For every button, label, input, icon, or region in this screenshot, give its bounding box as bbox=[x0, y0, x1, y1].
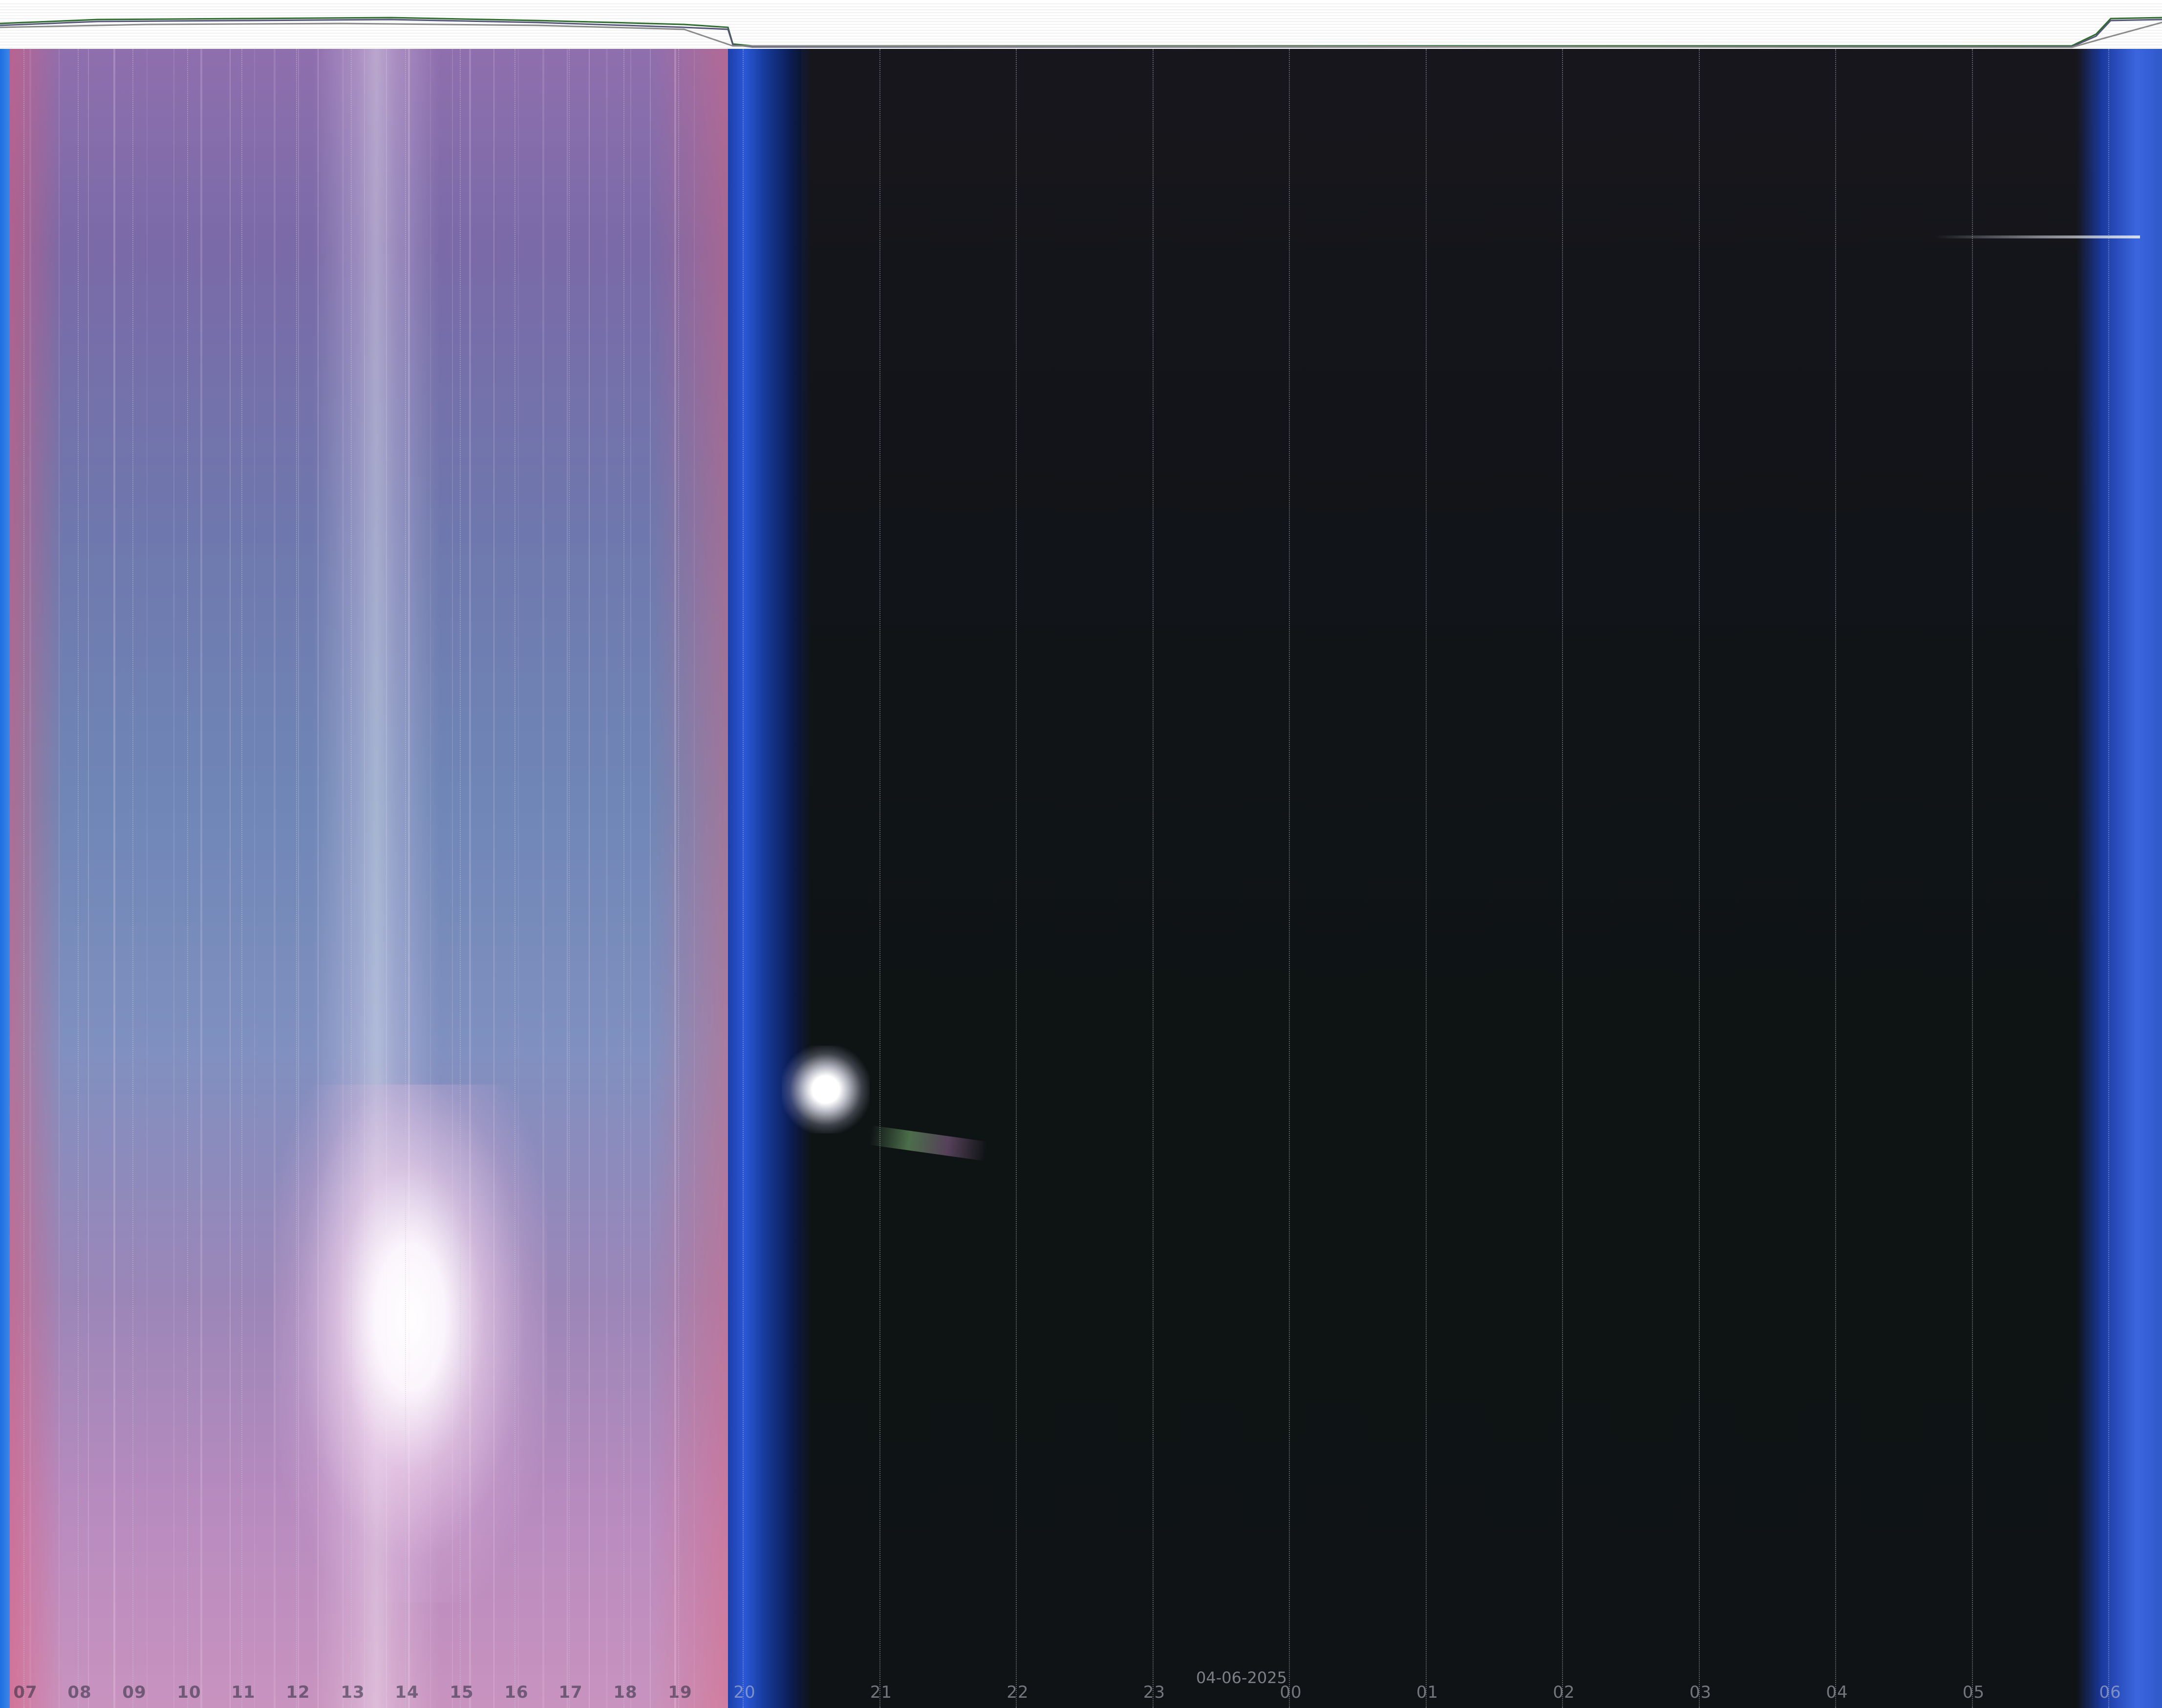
header-plot-strip bbox=[0, 0, 2162, 49]
hour-label: 11 bbox=[231, 1683, 256, 1702]
hour-label: 13 bbox=[341, 1683, 365, 1702]
light-streak bbox=[650, 49, 651, 1708]
light-streak bbox=[430, 49, 431, 1708]
hour-gridline bbox=[132, 49, 133, 1708]
dusk-twilight-band bbox=[728, 49, 811, 1708]
light-streak bbox=[408, 49, 410, 1708]
light-streak bbox=[173, 49, 174, 1708]
light-streak bbox=[147, 49, 148, 1708]
light-streak bbox=[518, 49, 519, 1708]
hour-gridline bbox=[1289, 49, 1290, 1708]
hour-gridline bbox=[514, 49, 515, 1708]
light-streak bbox=[113, 49, 115, 1708]
light-streak bbox=[318, 49, 319, 1708]
light-streak bbox=[694, 49, 695, 1708]
light-streak bbox=[493, 49, 494, 1708]
hour-gridline bbox=[743, 49, 744, 1708]
light-streak bbox=[29, 49, 31, 1708]
hour-gridline bbox=[460, 49, 461, 1708]
light-streak bbox=[630, 49, 631, 1708]
hour-label: 14 bbox=[395, 1683, 419, 1702]
hour-gridline bbox=[187, 49, 188, 1708]
hour-gridline bbox=[78, 49, 79, 1708]
hour-label: 23 bbox=[1143, 1683, 1166, 1702]
hour-gridline bbox=[1016, 49, 1017, 1708]
light-streak bbox=[88, 49, 89, 1708]
light-streak bbox=[589, 49, 590, 1708]
hour-label: 21 bbox=[870, 1683, 893, 1702]
light-streak bbox=[254, 49, 255, 1708]
day-left-edge bbox=[0, 49, 10, 1708]
hour-gridline bbox=[569, 49, 570, 1708]
moon-glare bbox=[782, 1046, 870, 1133]
hour-label: 08 bbox=[67, 1683, 92, 1702]
hour-gridline bbox=[678, 49, 679, 1708]
hour-label: 17 bbox=[558, 1683, 583, 1702]
date-label: 04-06-2025 bbox=[1196, 1668, 1287, 1687]
hour-gridline bbox=[1971, 49, 1973, 1708]
hour-gridline bbox=[1425, 49, 1427, 1708]
hour-label: 18 bbox=[613, 1683, 638, 1702]
light-streak bbox=[606, 49, 608, 1708]
hour-label: 06 bbox=[2099, 1683, 2121, 1702]
hour-gridline bbox=[1562, 49, 1563, 1708]
light-streak bbox=[542, 49, 544, 1708]
hour-label: 10 bbox=[177, 1683, 201, 1702]
dawn-twilight-band bbox=[2076, 49, 2162, 1708]
hour-gridline bbox=[1698, 49, 1700, 1708]
sun-glare bbox=[274, 1085, 547, 1602]
plot-line bbox=[0, 17, 2162, 47]
hour-gridline bbox=[879, 49, 880, 1708]
plot-line bbox=[0, 21, 2162, 48]
hour-gridline bbox=[241, 49, 242, 1708]
hour-gridline bbox=[1835, 49, 1836, 1708]
light-streak bbox=[469, 49, 471, 1708]
light-streak bbox=[342, 49, 344, 1708]
light-streak bbox=[364, 49, 365, 1708]
dawn-streak bbox=[1935, 235, 2140, 238]
light-streak bbox=[274, 49, 276, 1708]
hour-label: 22 bbox=[1006, 1683, 1029, 1702]
light-streak bbox=[386, 49, 387, 1708]
light-streak bbox=[452, 49, 453, 1708]
hour-label: 05 bbox=[1962, 1683, 1985, 1702]
light-streak bbox=[59, 49, 60, 1708]
hour-gridline bbox=[2108, 49, 2109, 1708]
light-streak bbox=[230, 49, 231, 1708]
hour-label: 09 bbox=[122, 1683, 147, 1702]
light-streak bbox=[567, 49, 568, 1708]
hour-label: 19 bbox=[668, 1683, 692, 1702]
hour-gridline bbox=[405, 49, 406, 1708]
hour-label: 15 bbox=[450, 1683, 474, 1702]
brightness-plot bbox=[0, 3, 2162, 48]
hour-label: 03 bbox=[1689, 1683, 1712, 1702]
hour-gridline bbox=[623, 49, 624, 1708]
hour-gridline bbox=[1152, 49, 1154, 1708]
day-left-tint bbox=[10, 49, 64, 1708]
hour-label: 07 bbox=[13, 1683, 38, 1702]
day-right-tint bbox=[650, 49, 728, 1708]
hour-gridline bbox=[351, 49, 352, 1708]
hour-label: 20 bbox=[733, 1683, 756, 1702]
keogram-image: 07 08 09 10 11 12 13 14 15 16 17 18 19 20 21 22 23 00 01 02… bbox=[0, 49, 2162, 1708]
hour-gridline bbox=[296, 49, 297, 1708]
hour-label: 16 bbox=[504, 1683, 529, 1702]
hour-label: 12 bbox=[286, 1683, 310, 1702]
hour-gridline bbox=[23, 49, 24, 1708]
night-sky bbox=[801, 49, 2096, 1708]
hour-label: 01 bbox=[1416, 1683, 1439, 1702]
light-streak bbox=[674, 49, 676, 1708]
light-streak bbox=[298, 49, 299, 1708]
hour-label: 02 bbox=[1553, 1683, 1575, 1702]
hour-label: 04 bbox=[1826, 1683, 1848, 1702]
light-streak bbox=[200, 49, 202, 1708]
